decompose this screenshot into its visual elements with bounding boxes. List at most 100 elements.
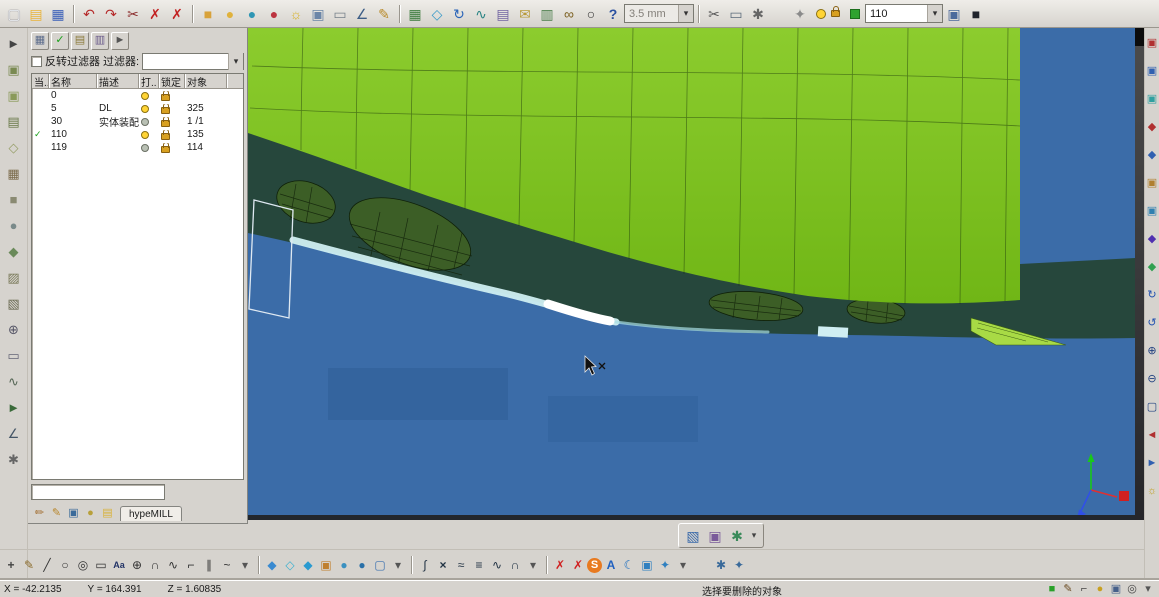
- undo-icon[interactable]: ↶: [78, 3, 100, 25]
- scrollbar-thumb[interactable]: [1135, 28, 1144, 46]
- view-back-icon[interactable]: ▣: [1145, 88, 1159, 110]
- options-icon[interactable]: ✱: [3, 448, 25, 470]
- list-icon[interactable]: ▤: [492, 3, 514, 25]
- tool-hatchet-icon[interactable]: ✏: [31, 505, 48, 521]
- tool-box-icon[interactable]: ▣: [65, 505, 82, 521]
- rect-tool-icon[interactable]: ▭: [92, 555, 110, 575]
- more-sketch-icon[interactable]: ▾: [236, 555, 254, 575]
- side-view-icon[interactable]: ◇: [3, 136, 25, 158]
- material-icon[interactable]: ●: [263, 3, 285, 25]
- link-icon[interactable]: ∞: [558, 3, 580, 25]
- tool-folder-icon[interactable]: ▤: [99, 505, 116, 521]
- angle-measure-icon[interactable]: ∠: [351, 3, 373, 25]
- paint-display-icon[interactable]: ▧: [682, 525, 704, 547]
- group-icon[interactable]: ▥: [536, 3, 558, 25]
- column-header-name[interactable]: 名称: [49, 74, 97, 88]
- line-tool-icon[interactable]: ╱: [38, 555, 56, 575]
- view-front-icon[interactable]: ▣: [1145, 60, 1159, 82]
- point-tool-icon[interactable]: ⊕: [128, 555, 146, 575]
- layer-lock-toggle[interactable]: [159, 117, 185, 127]
- active-layer-chip-icon[interactable]: ■: [1044, 581, 1060, 597]
- section-icon[interactable]: ▧: [3, 292, 25, 314]
- viewport-scrollbar[interactable]: [1135, 28, 1144, 520]
- active-layer-color-chip[interactable]: [850, 9, 860, 19]
- comb-curve-icon[interactable]: ≡: [470, 555, 488, 575]
- view-cube-icon[interactable]: ▣: [1145, 32, 1159, 54]
- bounds-icon[interactable]: ▭: [725, 3, 747, 25]
- open-folder-icon[interactable]: ▤: [25, 3, 47, 25]
- center-point-tool-icon[interactable]: ◎: [74, 555, 92, 575]
- more-surface-icon[interactable]: ▾: [389, 555, 407, 575]
- app-plug-icon[interactable]: ✦: [656, 555, 674, 575]
- iso-curve-icon[interactable]: ≈: [452, 555, 470, 575]
- layer-lock-toggle[interactable]: [159, 130, 185, 140]
- annotate-icon[interactable]: ✎: [373, 3, 395, 25]
- delete-all-icon[interactable]: ✗: [569, 555, 587, 575]
- view-right-icon[interactable]: ◆: [1145, 144, 1159, 166]
- sphere-feature-icon[interactable]: ●: [219, 3, 241, 25]
- move-tool-icon[interactable]: +: [2, 555, 20, 575]
- chevron-down-icon[interactable]: ▾: [228, 53, 243, 70]
- mesh-icon[interactable]: ▨: [3, 266, 25, 288]
- layer-visibility-toggle[interactable]: [139, 131, 159, 139]
- column-header-description[interactable]: 描述: [97, 74, 139, 88]
- arc-tool-icon[interactable]: ∩: [146, 555, 164, 575]
- edit-mode-icon[interactable]: ✎: [1060, 581, 1076, 597]
- next-view-icon[interactable]: ►: [1145, 452, 1159, 474]
- view-bottom-icon[interactable]: ▣: [1145, 200, 1159, 222]
- view-top-icon[interactable]: ▣: [1145, 172, 1159, 194]
- layer-lock-toggle[interactable]: [159, 143, 185, 153]
- layer-visibility-toggle[interactable]: [139, 118, 159, 126]
- lock-icon[interactable]: [831, 10, 840, 17]
- rotate-ccw-icon[interactable]: ↺: [1145, 312, 1159, 334]
- size-combo[interactable]: 3.5 mm ▾: [624, 4, 694, 23]
- solid-box-icon[interactable]: ■: [3, 188, 25, 210]
- arc-curve-icon[interactable]: ∩: [506, 555, 524, 575]
- pencil-tool-icon[interactable]: ✎: [20, 555, 38, 575]
- corner-tool-icon[interactable]: ⌐: [182, 555, 200, 575]
- layer-visibility-toggle[interactable]: [139, 105, 159, 113]
- new-file-icon[interactable]: ▢: [3, 3, 25, 25]
- frame-icon[interactable]: ▭: [329, 3, 351, 25]
- 3d-viewport[interactable]: [248, 28, 1135, 520]
- intersect-curve-icon[interactable]: ×: [434, 555, 452, 575]
- text-tool-icon[interactable]: Aa: [110, 555, 128, 575]
- column-header-visibility[interactable]: 打..: [139, 74, 159, 88]
- drill-icon[interactable]: ⊕: [3, 318, 25, 340]
- tab-hypermill[interactable]: hypeMILL: [120, 506, 182, 521]
- measure-icon[interactable]: ∠: [3, 422, 25, 444]
- circle-tool-icon[interactable]: ○: [56, 555, 74, 575]
- trim-icon[interactable]: ✂: [703, 3, 725, 25]
- iso-nw-view-icon[interactable]: ◆: [1145, 256, 1159, 278]
- erase-icon[interactable]: ✗: [166, 3, 188, 25]
- chevron-down-icon[interactable]: ▾: [748, 525, 760, 547]
- probe-icon[interactable]: ✦: [789, 3, 811, 25]
- column-header-lock[interactable]: 锁定: [159, 74, 185, 88]
- invert-filter-checkbox[interactable]: [31, 56, 42, 67]
- surface-model-icon[interactable]: ◆: [3, 240, 25, 262]
- snap-mode-icon[interactable]: ⌐: [1076, 581, 1092, 597]
- sphere-solid-icon[interactable]: ●: [353, 555, 371, 575]
- sweep-surface-icon[interactable]: ◇: [281, 555, 299, 575]
- shaded-cube-icon[interactable]: ▣: [704, 525, 726, 547]
- light-icon[interactable]: ☼: [285, 3, 307, 25]
- loft-surface-icon[interactable]: ◆: [263, 555, 281, 575]
- fit-view-icon[interactable]: ▢: [1145, 396, 1159, 418]
- zoom-out-icon[interactable]: ⊖: [1145, 368, 1159, 390]
- layer-filter-input[interactable]: [31, 484, 165, 500]
- mail-icon[interactable]: ✉: [514, 3, 536, 25]
- wave-curve-icon[interactable]: ∿: [488, 555, 506, 575]
- layer-row[interactable]: 30 实体装配 1 /1: [32, 115, 243, 128]
- refresh-icon[interactable]: ↻: [448, 3, 470, 25]
- new-layer-icon[interactable]: ▤: [71, 32, 89, 50]
- column-header-current[interactable]: 当..: [32, 74, 49, 88]
- app-a-icon[interactable]: A: [602, 555, 620, 575]
- zoom-in-icon[interactable]: ⊕: [1145, 340, 1159, 362]
- patch-surface-icon[interactable]: ◆: [299, 555, 317, 575]
- box-feature-icon[interactable]: ■: [197, 3, 219, 25]
- redo-icon[interactable]: ↷: [100, 3, 122, 25]
- front-view-icon[interactable]: ▣: [3, 84, 25, 106]
- chevron-down-icon[interactable]: ▾: [678, 5, 693, 22]
- help-icon[interactable]: ?: [602, 3, 624, 25]
- delete-icon[interactable]: ✗: [144, 3, 166, 25]
